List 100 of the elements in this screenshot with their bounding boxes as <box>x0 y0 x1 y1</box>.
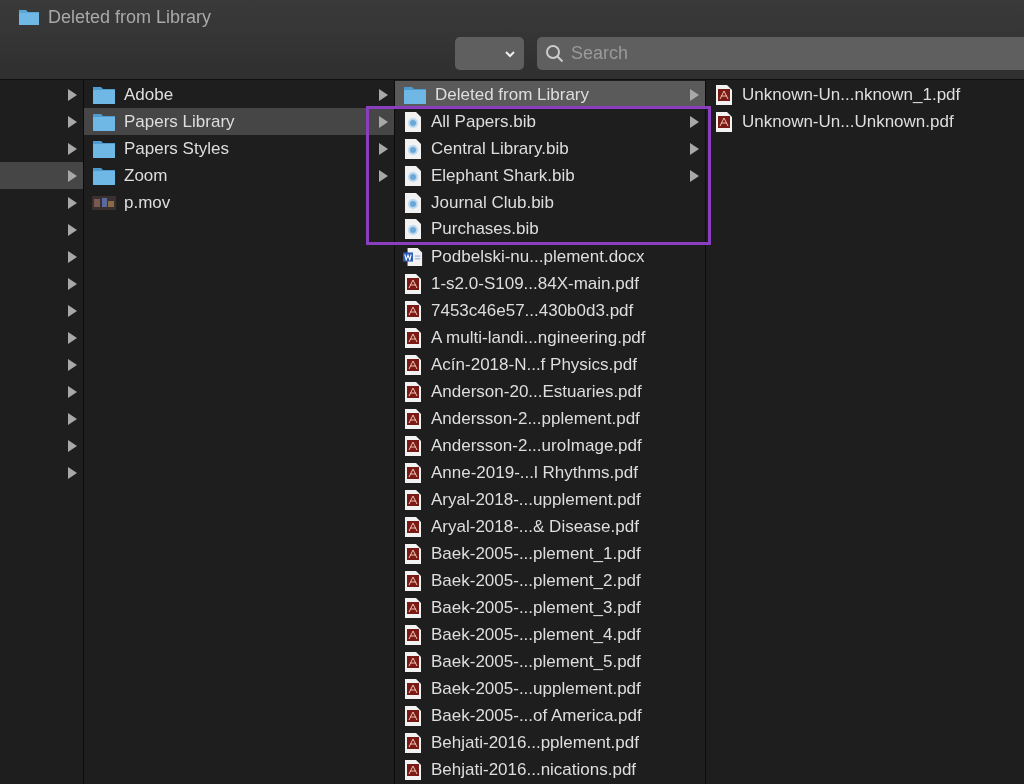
file-name: Baek-2005-...plement_1.pdf <box>431 543 642 564</box>
file-name: Central Library.bib <box>431 138 570 159</box>
file-list-item[interactable]: Aryal-2018-...upplement.pdf <box>395 486 705 513</box>
pdf-file-icon <box>403 353 423 376</box>
file-list-item[interactable]: Baek-2005-...plement_2.pdf <box>395 567 705 594</box>
bibliography-file-icon <box>403 111 423 133</box>
file-list-item[interactable]: Podbelski-nu...plement.docx <box>395 243 705 270</box>
disclosure-arrow-icon[interactable] <box>67 196 77 209</box>
file-list-item[interactable]: Behjati-2016...pplement.pdf <box>395 729 705 756</box>
file-name: Behjati-2016...pplement.pdf <box>431 732 640 753</box>
disclosure-arrow-icon[interactable] <box>67 439 77 452</box>
pdf-file-icon <box>714 110 734 133</box>
disclosure-arrow-icon[interactable] <box>67 169 77 182</box>
file-list-item[interactable]: Elephant Shark.bib <box>395 162 705 189</box>
disclosure-arrow-icon[interactable] <box>67 142 77 155</box>
pdf-file-icon <box>403 326 423 349</box>
pdf-file-icon <box>403 758 423 781</box>
bibliography-file-icon <box>403 218 423 240</box>
file-list-item[interactable]: 7453c46e57...430b0d3.pdf <box>395 297 705 324</box>
file-name: Podbelski-nu...plement.docx <box>431 246 646 267</box>
file-name: Andersson-2...pplement.pdf <box>431 408 641 429</box>
file-list-item[interactable]: Baek-2005-...plement_4.pdf <box>395 621 705 648</box>
file-list-item[interactable]: Andersson-2...pplement.pdf <box>395 405 705 432</box>
disclosure-arrow-icon[interactable] <box>67 223 77 236</box>
bibliography-file-icon <box>403 164 423 187</box>
folder-list-item[interactable]: Papers Library <box>84 108 394 135</box>
file-name: Baek-2005-...plement_4.pdf <box>431 624 642 645</box>
folder-list-item[interactable]: Adobe <box>84 81 394 108</box>
pdf-file-icon <box>403 299 423 322</box>
folder-list-item[interactable]: Papers Styles <box>84 135 394 162</box>
file-list-item[interactable]: Baek-2005-...upplement.pdf <box>395 675 705 702</box>
folder-list-item[interactable]: Zoom <box>84 162 394 189</box>
file-name: Aryal-2018-...upplement.pdf <box>431 489 642 510</box>
file-list-item[interactable]: A multi-landi...ngineering.pdf <box>395 324 705 351</box>
disclosure-arrow-icon[interactable] <box>689 142 699 155</box>
disclosure-arrow-icon[interactable] <box>378 169 388 182</box>
file-list-item[interactable]: Baek-2005-...plement_1.pdf <box>395 540 705 567</box>
disclosure-arrow-icon[interactable] <box>67 304 77 317</box>
file-list-item[interactable]: Central Library.bib <box>395 135 705 162</box>
file-name: Unknown-Un...nknown_1.pdf <box>742 84 962 105</box>
file-list-item[interactable]: Anderson-20...Estuaries.pdf <box>395 378 705 405</box>
file-list-item[interactable]: Anne-2019-...l Rhythms.pdf <box>395 459 705 486</box>
search-icon <box>545 43 565 64</box>
pdf-file-icon <box>403 488 423 511</box>
file-list-item[interactable]: Aryal-2018-...& Disease.pdf <box>395 513 705 540</box>
bibliography-file-icon <box>403 137 423 160</box>
file-name: Anderson-20...Estuaries.pdf <box>431 381 643 402</box>
file-list-item[interactable]: Purchases.bib <box>395 216 705 242</box>
disclosure-arrow-icon[interactable] <box>378 88 388 101</box>
folder-row[interactable] <box>0 162 83 189</box>
disclosure-arrow-icon[interactable] <box>67 88 77 101</box>
file-name: 1-s2.0-S109...84X-main.pdf <box>431 273 640 294</box>
disclosure-arrow-icon[interactable] <box>67 466 77 479</box>
file-list-item[interactable]: Behjati-2016...nications.pdf <box>395 756 705 783</box>
disclosure-arrow-icon[interactable] <box>378 115 388 128</box>
pdf-file-icon <box>403 704 423 727</box>
file-name: 7453c46e57...430b0d3.pdf <box>431 300 635 321</box>
file-name: Baek-2005-...of America.pdf <box>431 705 643 726</box>
disclosure-arrow-icon[interactable] <box>378 142 388 155</box>
file-name: Baek-2005-...upplement.pdf <box>431 678 642 699</box>
file-list-item[interactable]: Andersson-2...uroImage.pdf <box>395 432 705 459</box>
disclosure-arrow-icon[interactable] <box>67 277 77 290</box>
file-list-item[interactable]: Unknown-Un...nknown_1.pdf <box>706 81 1024 108</box>
file-name: Baek-2005-...plement_5.pdf <box>431 651 642 672</box>
disclosure-arrow-icon[interactable] <box>67 385 77 398</box>
file-name: Anne-2019-...l Rhythms.pdf <box>431 462 639 483</box>
file-name: Papers Library <box>124 111 236 132</box>
file-name: Purchases.bib <box>431 219 540 239</box>
disclosure-arrow-icon[interactable] <box>67 250 77 263</box>
file-name: Baek-2005-...plement_3.pdf <box>431 597 642 618</box>
file-list-item[interactable]: All Papers.bib <box>395 109 705 135</box>
file-name: Papers Styles <box>124 138 230 159</box>
file-name: Deleted from Library <box>435 84 590 105</box>
file-list-item[interactable]: Unknown-Un...Unknown.pdf <box>706 108 1024 135</box>
pdf-file-icon <box>403 272 423 295</box>
file-list-item[interactable]: Journal Club.bib <box>395 189 705 216</box>
disclosure-arrow-icon[interactable] <box>67 412 77 425</box>
file-name: A multi-landi...ngineering.pdf <box>431 327 647 348</box>
pdf-file-icon <box>403 569 423 592</box>
folder-list-item[interactable]: p.mov <box>84 189 394 216</box>
disclosure-arrow-icon[interactable] <box>67 358 77 371</box>
disclosure-arrow-icon[interactable] <box>67 331 77 344</box>
disclosure-arrow-icon[interactable] <box>689 116 699 128</box>
disclosure-arrow-icon[interactable] <box>67 115 77 128</box>
file-list-item[interactable]: Baek-2005-...plement_5.pdf <box>395 648 705 675</box>
pdf-file-icon <box>403 515 423 538</box>
file-name: Journal Club.bib <box>431 192 555 213</box>
file-list-item[interactable]: Deleted from Library <box>395 81 705 108</box>
file-list-item[interactable]: Acín-2018-N...f Physics.pdf <box>395 351 705 378</box>
folder-icon <box>92 111 116 132</box>
file-list-item[interactable]: Baek-2005-...plement_3.pdf <box>395 594 705 621</box>
pdf-file-icon <box>403 434 423 457</box>
folder-icon <box>92 84 116 105</box>
folder-icon <box>18 8 40 26</box>
disclosure-arrow-icon[interactable] <box>689 169 699 182</box>
file-name: p.mov <box>124 192 172 213</box>
pdf-file-icon <box>403 623 423 646</box>
file-list-item[interactable]: 1-s2.0-S109...84X-main.pdf <box>395 270 705 297</box>
folder-icon <box>92 165 116 186</box>
file-list-item[interactable]: Baek-2005-...of America.pdf <box>395 702 705 729</box>
